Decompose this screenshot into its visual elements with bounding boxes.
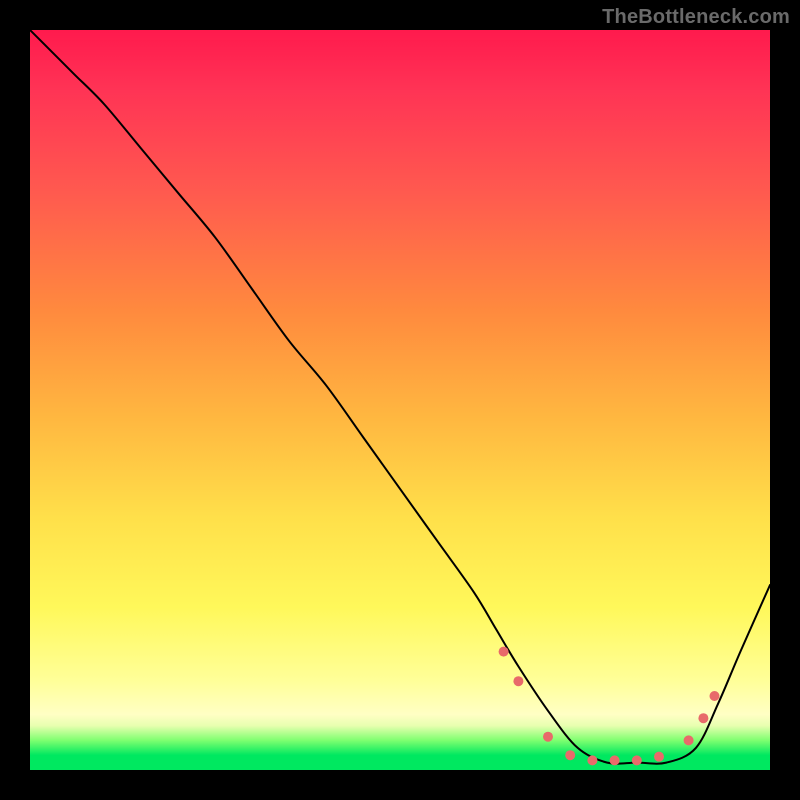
bottleneck-curve xyxy=(30,30,770,764)
curve-marker xyxy=(543,732,553,742)
chart-frame: TheBottleneck.com xyxy=(0,0,800,800)
curve-marker xyxy=(698,713,708,723)
curve-layer xyxy=(30,30,770,770)
curve-marker xyxy=(654,752,664,762)
plot-area xyxy=(30,30,770,770)
curve-marker xyxy=(632,755,642,765)
curve-marker xyxy=(587,755,597,765)
marker-group xyxy=(499,647,720,766)
curve-marker xyxy=(513,676,523,686)
curve-marker xyxy=(610,755,620,765)
watermark-text: TheBottleneck.com xyxy=(602,6,790,29)
curve-marker xyxy=(684,735,694,745)
curve-marker xyxy=(499,647,509,657)
curve-marker xyxy=(710,691,720,701)
curve-marker xyxy=(565,750,575,760)
